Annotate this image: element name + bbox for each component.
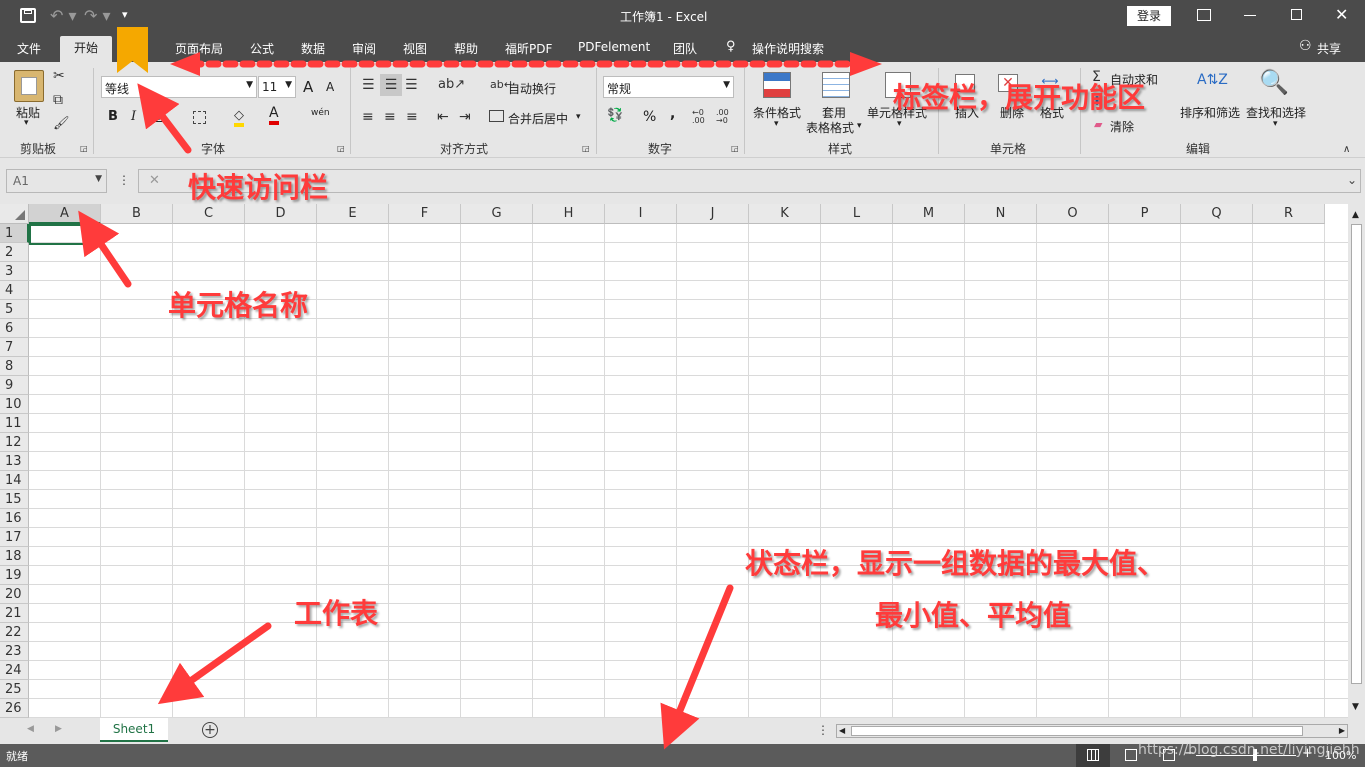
- annotation-status-2: 最小值、平均值: [875, 599, 1072, 632]
- annotation-status-1: 状态栏，显示一组数据的最大值、: [745, 547, 1166, 580]
- annotation-quick-access: 快速访问栏: [188, 171, 329, 204]
- annotation-cell-name: 单元格名称: [168, 289, 309, 322]
- annotation-worksheet: 工作表: [294, 597, 379, 630]
- annotation-arrows: [78, 52, 882, 750]
- annotation-ribbon: 标签栏，展开功能区: [893, 81, 1146, 114]
